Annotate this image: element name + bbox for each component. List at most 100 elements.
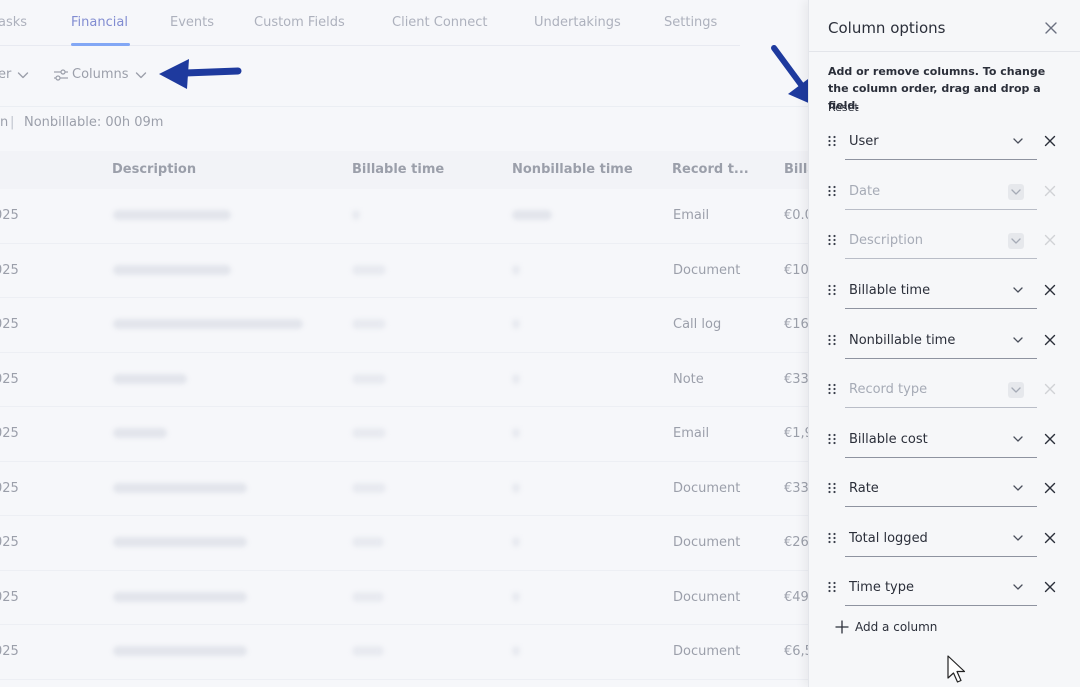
column-select[interactable]: Time type: [845, 570, 1037, 606]
cell-record-type: Document: [673, 535, 741, 550]
cell-billable-cost: €26: [784, 535, 808, 550]
chevron-down-icon: [1013, 287, 1023, 293]
remove-column-icon[interactable]: [1042, 530, 1058, 546]
table-row[interactable]: 025 Document €49: [0, 571, 808, 625]
column-header-nonbillable-time[interactable]: Nonbillable time: [512, 162, 633, 177]
tab-settings[interactable]: Settings: [664, 15, 717, 30]
cell-record-type: Document: [673, 644, 741, 659]
columns-button-label: Columns: [72, 67, 129, 82]
cell-date: 025: [0, 262, 19, 278]
column-header-billable-cost[interactable]: Billa: [784, 162, 808, 177]
redacted-description: [113, 264, 231, 275]
remove-column-icon[interactable]: [1042, 579, 1058, 595]
remove-column-icon[interactable]: [1042, 480, 1058, 496]
drag-handle-icon[interactable]: [827, 580, 837, 594]
drag-handle-icon[interactable]: [827, 134, 837, 148]
cell-billable-cost: €0.0: [784, 208, 808, 223]
drag-handle-icon[interactable]: [827, 184, 837, 198]
cell-record-type: Email: [673, 426, 710, 441]
cell-record-type: Document: [673, 480, 741, 496]
column-select: Description: [845, 223, 1037, 259]
column-option-user: User: [809, 124, 1080, 164]
remove-column-icon[interactable]: [1042, 332, 1058, 348]
redacted-billable-time: [352, 646, 384, 656]
tab-events[interactable]: Events: [170, 15, 214, 30]
column-select[interactable]: User: [845, 124, 1037, 160]
remove-column-icon[interactable]: [1042, 431, 1058, 447]
tab-undertakings[interactable]: Undertakings: [534, 15, 621, 30]
toolbar: er Columns: [0, 46, 808, 107]
column-select: Date: [845, 174, 1037, 210]
redacted-billable-time: [352, 428, 386, 438]
column-option-date: Date: [809, 174, 1080, 214]
tab-tasks[interactable]: asks: [0, 15, 27, 30]
column-header-record-type[interactable]: Record t...: [672, 162, 749, 177]
redacted-billable-time: [352, 482, 386, 493]
column-select[interactable]: Billable time: [845, 273, 1037, 309]
reset-button[interactable]: Reset: [828, 101, 859, 114]
column-select[interactable]: Nonbillable time: [845, 323, 1037, 359]
cell-record-type: Document: [673, 262, 741, 278]
cell-billable-cost: €16: [784, 317, 808, 332]
add-column-button[interactable]: Add a column: [835, 620, 937, 634]
panel-description: Add or remove columns. To change the col…: [828, 65, 1046, 112]
remove-column-icon[interactable]: [1042, 282, 1058, 298]
drag-handle-icon[interactable]: [827, 233, 837, 247]
tab-bar: asks Financial Events Custom Fields Clie…: [0, 0, 740, 46]
table-header: Description Billable time Nonbillable ti…: [0, 151, 808, 189]
table-row[interactable]: 025 Email €0.0: [0, 189, 808, 244]
redacted-description: [113, 428, 167, 438]
column-select[interactable]: Rate: [845, 471, 1037, 507]
column-header-billable-time[interactable]: Billable time: [352, 162, 444, 177]
cell-date: 025: [0, 426, 19, 441]
column-header-description[interactable]: Description: [112, 162, 196, 177]
table-row[interactable]: 025 Call log €16: [0, 298, 808, 353]
redacted-description: [113, 646, 247, 656]
table-row[interactable]: 025 Document €26: [0, 516, 808, 571]
table-row[interactable]: 025 Document €33: [0, 462, 808, 516]
drag-handle-icon[interactable]: [827, 531, 837, 545]
close-icon[interactable]: [1041, 18, 1061, 38]
filter-button-label: er: [0, 67, 12, 82]
column-option-rate: Rate: [809, 471, 1080, 511]
table-row[interactable]: 025 Document €10: [0, 244, 808, 298]
redacted-billable-time: [352, 264, 386, 275]
plus-icon: [835, 620, 849, 634]
drag-handle-icon[interactable]: [827, 432, 837, 446]
redacted-billable-time: [352, 319, 386, 329]
redacted-nonbillable-time: [512, 428, 520, 438]
tab-financial[interactable]: Financial: [71, 15, 128, 30]
columns-button[interactable]: Columns: [53, 67, 148, 82]
cell-date: 025: [0, 317, 19, 332]
column-select-label: Total logged: [849, 531, 928, 546]
filter-button[interactable]: er: [0, 67, 30, 82]
chevron-down-icon: [18, 71, 29, 78]
drag-handle-icon[interactable]: [827, 333, 837, 347]
table-row[interactable]: 025 Document €6,5: [0, 625, 808, 680]
column-select[interactable]: Billable cost: [845, 422, 1037, 458]
redacted-billable-time: [352, 210, 360, 220]
drag-handle-icon[interactable]: [827, 481, 837, 495]
redacted-description: [113, 210, 231, 220]
column-select-label: Record type: [849, 382, 928, 397]
summary-prefix: n: [0, 115, 9, 130]
column-select-label: Time type: [849, 580, 914, 595]
drag-handle-icon[interactable]: [827, 283, 837, 297]
drag-handle-icon[interactable]: [827, 382, 837, 396]
main-content: asks Financial Events Custom Fields Clie…: [0, 0, 808, 687]
table-row[interactable]: 025 Note €33: [0, 353, 808, 407]
tab-custom-fields[interactable]: Custom Fields: [254, 15, 345, 30]
cell-billable-cost: €49: [784, 589, 808, 605]
column-select: Record type: [845, 372, 1037, 408]
cell-date: 025: [0, 535, 19, 550]
panel-title: Column options: [828, 19, 946, 37]
chevron-down-icon: [1013, 535, 1023, 541]
table-row[interactable]: 025 Email €1,9: [0, 407, 808, 462]
cell-date: 025: [0, 480, 19, 496]
tab-client-connect[interactable]: Client Connect: [392, 15, 488, 30]
cell-billable-cost: €1,9: [784, 426, 808, 441]
column-select[interactable]: Total logged: [845, 521, 1037, 557]
table-body: 025 Email €0.0 025 Document €10 025 Call log €16…: [0, 189, 808, 680]
redacted-nonbillable-time: [512, 319, 520, 329]
remove-column-icon[interactable]: [1042, 133, 1058, 149]
